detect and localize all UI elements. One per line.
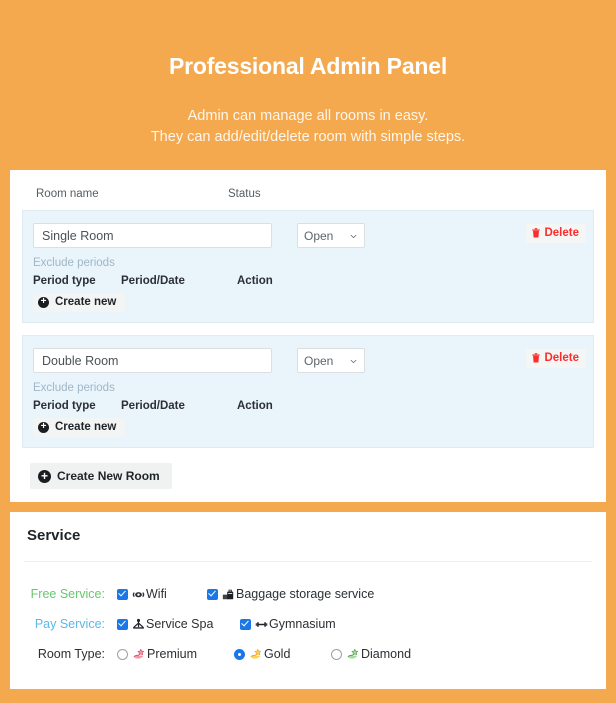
column-header-period-date: Period/Date xyxy=(121,275,185,287)
status-field: Open xyxy=(297,223,365,248)
hand-star-green-icon xyxy=(347,648,359,659)
exclude-periods-link[interactable]: Exclude periods xyxy=(33,257,583,269)
admin-panel-page: Professional Admin Panel Admin can manag… xyxy=(0,0,616,703)
trash-icon xyxy=(532,228,541,238)
create-new-room-button[interactable]: + Create New Room xyxy=(30,463,172,489)
status-select-value: Open xyxy=(304,353,334,368)
gold-radio[interactable] xyxy=(234,648,245,660)
rooms-table-header: Room name Status xyxy=(22,182,594,210)
column-header-action: Action xyxy=(237,275,273,287)
status-select[interactable]: Open xyxy=(297,348,365,373)
service-section-title: Service xyxy=(27,527,81,544)
delete-room-button[interactable]: Delete xyxy=(526,224,586,243)
page-header: Professional Admin Panel Admin can manag… xyxy=(0,0,616,148)
column-header-action: Action xyxy=(237,400,273,412)
room-name-input[interactable] xyxy=(33,348,272,373)
service-options: Free Service: Wifi Baggage storage servi… xyxy=(10,562,606,689)
delete-room-label: Delete xyxy=(544,352,579,364)
option-label: Baggage storage service xyxy=(236,587,375,601)
free-service-label: Free Service: xyxy=(30,587,105,601)
service-row-room-type: Room Type: Premium Gold Diamond xyxy=(10,639,606,669)
option-baggage-storage[interactable]: Baggage storage service xyxy=(207,587,374,601)
option-premium[interactable]: Premium xyxy=(117,647,234,661)
room-type-label: Room Type: xyxy=(37,647,105,661)
room-block: Open Delete Exclude periods Period xyxy=(22,335,594,448)
subtitle-line-1: Admin can manage all rooms in easy. xyxy=(187,108,429,124)
column-header-room-name: Room name xyxy=(36,188,99,200)
plus-circle-icon: + xyxy=(38,421,49,433)
status-select[interactable]: Open xyxy=(297,223,365,248)
status-field: Open xyxy=(297,348,365,373)
gymnasium-checkbox[interactable] xyxy=(240,618,251,630)
create-new-period-button[interactable]: + Create new xyxy=(33,293,126,312)
option-gymnasium[interactable]: Gymnasium xyxy=(240,617,336,631)
column-header-status: Status xyxy=(228,188,261,200)
trash-icon xyxy=(532,353,541,363)
period-table-header: Period type Period/Date Action xyxy=(33,275,583,287)
dumbbell-icon xyxy=(255,621,268,627)
room-name-input[interactable] xyxy=(33,223,272,248)
rooms-card: Room name Status Open xyxy=(10,170,606,502)
create-new-period-label: Create new xyxy=(55,421,117,433)
spa-icon xyxy=(132,618,145,629)
diamond-radio[interactable] xyxy=(331,648,342,660)
chevron-down-icon xyxy=(350,359,357,364)
service-row-pay: Pay Service: Service Spa Gymnasium xyxy=(10,609,606,639)
plus-circle-icon: + xyxy=(38,296,49,308)
delete-room-label: Delete xyxy=(544,227,579,239)
hand-star-red-icon xyxy=(133,648,145,659)
option-label: Diamond xyxy=(361,647,412,661)
premium-radio[interactable] xyxy=(117,648,128,660)
create-new-room-label: Create New Room xyxy=(57,469,160,483)
status-select-value: Open xyxy=(304,228,334,243)
option-label: Gold xyxy=(264,647,291,661)
baggage-icon xyxy=(222,589,234,599)
wifi-icon xyxy=(132,591,145,597)
baggage-storage-checkbox[interactable] xyxy=(207,588,218,600)
option-gold[interactable]: Gold xyxy=(234,647,331,661)
subtitle-line-2: They can add/edit/delete room with simpl… xyxy=(150,129,466,145)
option-label: Premium xyxy=(147,647,198,661)
room-row: Open xyxy=(33,223,583,248)
option-label: Service Spa xyxy=(146,617,214,631)
room-row: Open xyxy=(33,348,583,373)
hand-star-gold-icon xyxy=(250,648,262,659)
plus-circle-icon: + xyxy=(38,469,51,483)
option-label: Gymnasium xyxy=(269,617,336,631)
column-header-period-type: Period type xyxy=(33,400,96,412)
page-title: Professional Admin Panel xyxy=(168,53,448,79)
delete-room-button[interactable]: Delete xyxy=(526,349,586,368)
service-card: Service Free Service: Wifi Baggage stora… xyxy=(10,512,606,689)
option-diamond[interactable]: Diamond xyxy=(331,647,411,661)
create-new-period-button[interactable]: + Create new xyxy=(33,418,126,437)
room-block: Open Delete Exclude periods Period xyxy=(22,210,594,323)
column-header-period-date: Period/Date xyxy=(121,400,185,412)
option-wifi[interactable]: Wifi xyxy=(117,587,207,601)
period-table-header: Period type Period/Date Action xyxy=(33,400,583,412)
option-label: Wifi xyxy=(146,587,167,601)
column-header-period-type: Period type xyxy=(33,275,96,287)
wifi-checkbox[interactable] xyxy=(117,588,128,600)
chevron-down-icon xyxy=(350,234,357,239)
service-spa-checkbox[interactable] xyxy=(117,618,128,630)
service-row-free: Free Service: Wifi Baggage storage servi… xyxy=(10,579,606,609)
pay-service-label: Pay Service: xyxy=(34,617,105,631)
exclude-periods-link[interactable]: Exclude periods xyxy=(33,382,583,394)
create-new-period-label: Create new xyxy=(55,296,117,308)
page-subtitle: Admin can manage all rooms in easy. They… xyxy=(0,106,616,148)
option-service-spa[interactable]: Service Spa xyxy=(117,617,240,631)
